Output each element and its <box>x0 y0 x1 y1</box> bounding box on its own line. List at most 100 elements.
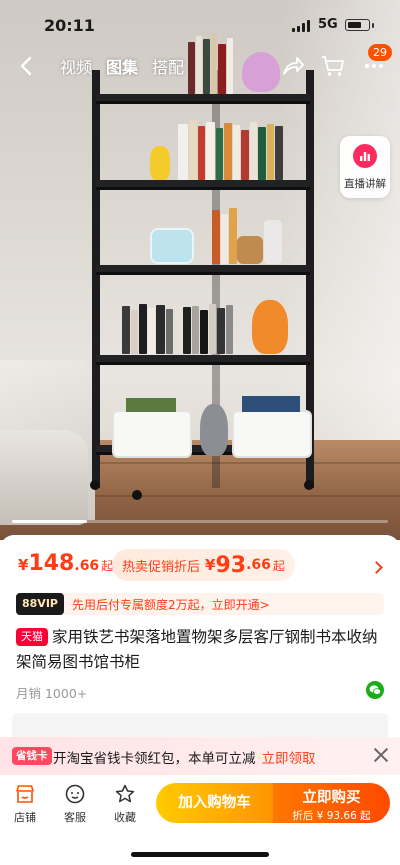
battery-icon <box>345 19 370 31</box>
chat-icon <box>65 784 85 804</box>
star-icon <box>115 784 135 803</box>
service-label: 客服 <box>64 811 86 824</box>
price-row[interactable]: ¥148.66 起 热卖促销折后 ¥93.66 起 <box>0 543 400 583</box>
totoro-figure <box>200 404 228 456</box>
vip-text: 先用后付专属额度2万起，立即开通> <box>72 598 270 612</box>
product-title-text: 家用铁艺书架落地置物架多层客厅钢制书本收纳架简易图书馆书柜 <box>16 628 378 671</box>
favorite-button[interactable]: 收藏 <box>105 783 145 825</box>
tmall-tag: 天猫 <box>16 628 48 646</box>
buy-now-button[interactable]: 立即购买 折后 ¥ 93.66 起 <box>273 783 390 823</box>
promo-suffix: 起 <box>272 558 285 573</box>
coupon-banner[interactable]: 省钱卡 开淘宝省钱卡领红包，本单可立减 立即领取 <box>0 737 400 775</box>
book <box>192 306 199 354</box>
book <box>122 306 130 354</box>
book <box>156 305 165 354</box>
book <box>224 123 232 180</box>
shop-button[interactable]: 店铺 <box>5 783 45 825</box>
book <box>275 126 283 180</box>
status-bar: 20:11 5G <box>0 0 400 46</box>
customer-service-button[interactable]: 客服 <box>55 783 95 825</box>
back-icon[interactable] <box>14 54 38 78</box>
promo-decimal: .66 <box>246 557 271 573</box>
coupon-tag: 省钱卡 <box>12 747 52 765</box>
sofa-arm <box>0 430 88 525</box>
storage-basket <box>112 410 192 458</box>
home-indicator[interactable] <box>131 852 269 857</box>
promo-price-pill: 热卖促销折后 ¥93.66 起 <box>112 549 295 581</box>
price-integer: 148 <box>28 551 75 576</box>
price-decimal: .66 <box>74 558 100 574</box>
wechat-share-icon[interactable] <box>366 681 384 699</box>
book <box>174 304 182 354</box>
jar <box>237 236 263 264</box>
book <box>183 307 191 354</box>
coupon-message: 开淘宝省钱卡领红包，本单可立减 <box>53 751 256 767</box>
coupon-claim-link[interactable]: 立即领取 <box>262 751 316 767</box>
book <box>233 125 240 180</box>
shelf-post <box>92 70 100 488</box>
book <box>258 127 266 180</box>
book <box>226 305 233 354</box>
book-group <box>126 398 176 412</box>
caster-wheel <box>90 480 100 490</box>
book-group <box>122 304 252 354</box>
promo-label: 热卖促销折后 <box>122 559 201 575</box>
cart-icon[interactable] <box>321 54 345 78</box>
buy-now-label: 立即购买 <box>302 790 361 806</box>
battery-tip <box>372 23 374 28</box>
product-title: 天猫 家用铁艺书架落地置物架多层客厅钢制书本收纳架简易图书馆书柜 <box>16 625 386 675</box>
price-currency: ¥ <box>18 556 29 574</box>
bookshelf <box>90 34 314 500</box>
book <box>178 124 188 180</box>
coupon-text: 开淘宝省钱卡领红包，本单可立减 立即领取 <box>53 747 316 767</box>
favorite-label: 收藏 <box>114 811 136 824</box>
shop-label: 店铺 <box>14 811 36 824</box>
book-group <box>178 118 298 180</box>
live-explain-button[interactable]: 直播讲解 <box>340 136 390 198</box>
promo-currency: ¥ <box>205 556 216 574</box>
shelf-board <box>96 180 310 190</box>
caster-wheel <box>132 490 142 500</box>
message-count-badge: 29 <box>368 44 392 61</box>
price: ¥148.66 起 <box>18 551 113 576</box>
book <box>131 310 138 354</box>
chevron-right-icon[interactable] <box>370 561 383 574</box>
book <box>267 124 274 180</box>
book <box>216 128 223 180</box>
live-label: 直播讲解 <box>344 178 386 190</box>
share-icon[interactable] <box>281 54 305 78</box>
gallery-progress <box>12 520 388 523</box>
shelf-board <box>96 265 310 275</box>
add-to-cart-button[interactable]: 加入购物车 <box>156 783 273 823</box>
book <box>148 308 155 354</box>
book <box>250 122 257 180</box>
plush-toy <box>252 300 288 354</box>
close-icon[interactable] <box>372 746 390 764</box>
shelf-board <box>96 355 310 365</box>
vip-banner[interactable]: 88VIP 先用后付专属额度2万起，立即开通> <box>16 593 384 615</box>
tab-match[interactable]: 搭配 <box>152 54 184 78</box>
book <box>206 122 215 180</box>
tab-gallery[interactable]: 图集 <box>106 54 138 78</box>
book <box>221 214 228 264</box>
buy-now-subtext: 折后 ¥ 93.66 起 <box>292 810 371 822</box>
book <box>166 309 173 354</box>
book-group <box>242 396 300 412</box>
book <box>139 304 147 354</box>
vip-badge: 88VIP <box>16 593 64 615</box>
glass <box>264 220 282 264</box>
network-label: 5G <box>318 17 338 32</box>
book <box>241 130 249 180</box>
caster-wheel <box>304 480 314 490</box>
media-tabs: 视频 图集 搭配 <box>60 54 184 78</box>
monthly-sales: 月销 1000+ <box>16 686 88 701</box>
signal-icon <box>292 20 312 32</box>
shop-icon <box>16 785 34 803</box>
book <box>209 304 216 354</box>
shelf-board <box>96 94 310 104</box>
book <box>200 310 208 354</box>
book <box>189 120 197 180</box>
storage-basket <box>232 410 312 458</box>
tab-video[interactable]: 视频 <box>60 54 92 78</box>
book <box>217 308 225 354</box>
